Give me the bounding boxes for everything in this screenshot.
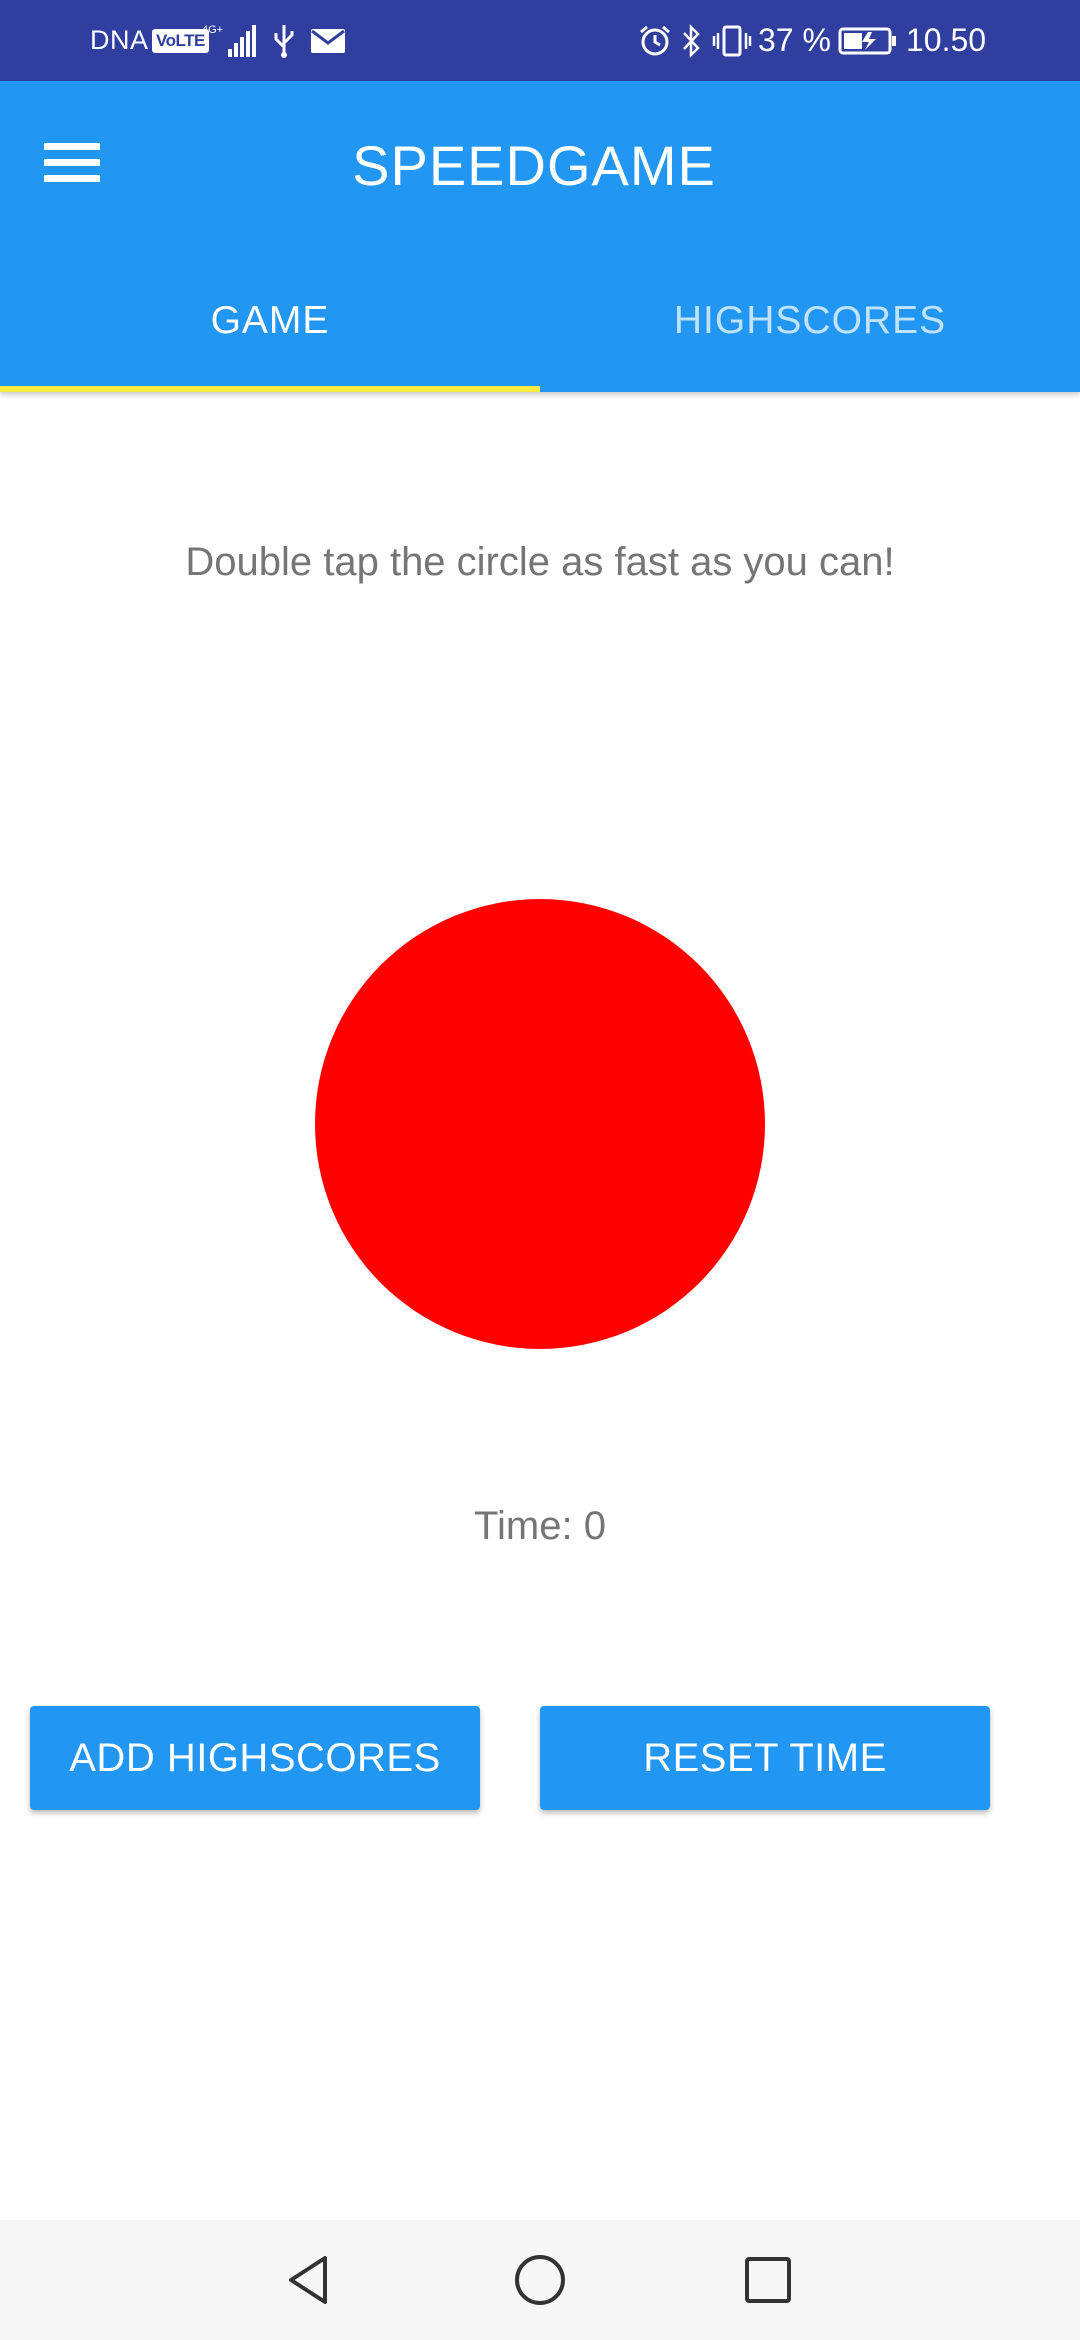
home-button[interactable] xyxy=(480,2220,600,2340)
home-icon xyxy=(515,2255,565,2305)
usb-icon xyxy=(270,0,298,81)
status-bar: DNA VoLTE 4G+ 37 % 10.50 xyxy=(0,0,1080,81)
network-type-label: 4G+ xyxy=(202,24,223,36)
tab-indicator xyxy=(0,386,540,392)
recent-apps-button[interactable] xyxy=(708,2220,828,2340)
tab-highscores[interactable]: HIGHSCORES xyxy=(540,249,1080,392)
battery-percent: 37 % xyxy=(758,22,831,58)
time-display: Time: 0 xyxy=(0,1504,1080,1549)
tab-highscores-label: HIGHSCORES xyxy=(673,298,947,342)
clock: 10.50 xyxy=(906,22,987,58)
bluetooth-icon xyxy=(680,0,702,81)
tap-circle[interactable] xyxy=(315,899,765,1349)
back-button[interactable] xyxy=(250,2220,370,2340)
instructions-text: Double tap the circle as fast as you can… xyxy=(185,540,895,584)
battery-charging-icon xyxy=(838,0,898,81)
time-label: Time: xyxy=(474,1504,584,1548)
tab-game[interactable]: GAME xyxy=(0,249,540,392)
add-highscores-button[interactable]: ADD HIGHSCORES xyxy=(30,1706,480,1810)
navigation-bar xyxy=(0,2220,1080,2340)
back-icon xyxy=(289,2256,327,2304)
time-value: 0 xyxy=(583,1504,606,1548)
recent-apps-icon xyxy=(745,2257,791,2303)
carrier-label: DNA xyxy=(90,25,149,55)
reset-time-button[interactable]: RESET TIME xyxy=(540,1706,990,1810)
app-title: SPEEDGAME xyxy=(352,133,716,197)
tab-bar: GAME HIGHSCORES xyxy=(0,249,1080,392)
signal-icon: 4G+ xyxy=(202,0,262,81)
vibrate-icon xyxy=(712,0,752,81)
volte-icon: VoLTE xyxy=(152,0,209,81)
mail-icon xyxy=(310,0,346,81)
alarm-icon xyxy=(638,0,672,81)
tab-game-label: GAME xyxy=(210,298,330,342)
app-bar: SPEEDGAME GAME HIGHSCORES xyxy=(0,81,1080,392)
